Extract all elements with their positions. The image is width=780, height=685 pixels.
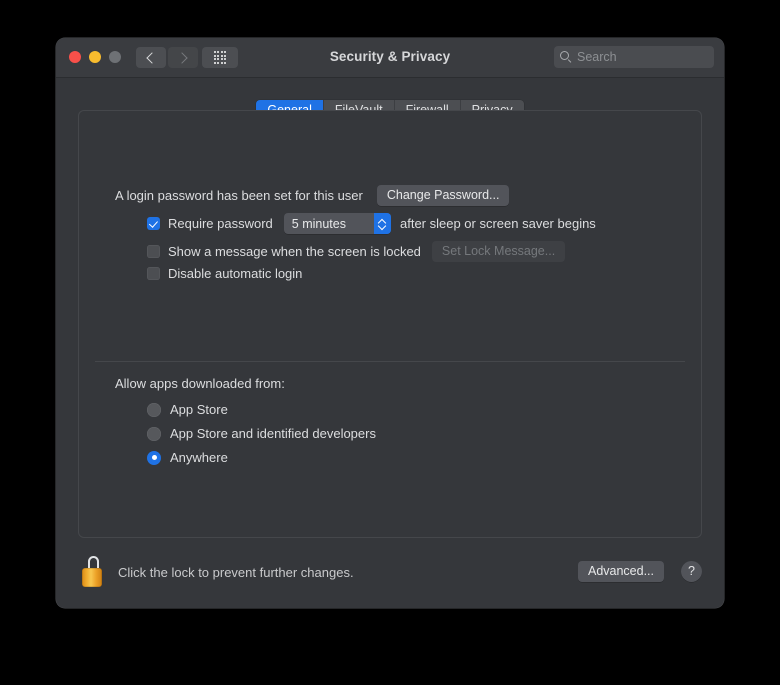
radio-app-store-label: App Store	[170, 402, 228, 417]
search-input[interactable]: Search	[554, 46, 714, 68]
window-footer: Click the lock to prevent further change…	[56, 546, 724, 608]
disable-automatic-login-checkbox[interactable]	[147, 267, 160, 280]
allow-apps-option-anywhere[interactable]: Anywhere	[147, 450, 228, 465]
general-settings-panel: A login password has been set for this u…	[78, 110, 702, 538]
forward-button[interactable]	[168, 47, 198, 68]
chevron-left-icon	[146, 51, 158, 64]
allow-apps-option-app-store[interactable]: App Store	[147, 402, 228, 417]
show-lock-message-row: Show a message when the screen is locked…	[147, 241, 566, 262]
show-lock-message-label: Show a message when the screen is locked	[168, 244, 421, 259]
require-password-checkbox[interactable]	[147, 217, 160, 230]
require-password-delay-select[interactable]: 5 minutes	[283, 213, 391, 234]
disable-automatic-login-row: Disable automatic login	[147, 266, 302, 281]
chevron-updown-icon[interactable]	[373, 213, 391, 234]
chevron-right-icon	[176, 51, 188, 64]
disable-automatic-login-label: Disable automatic login	[168, 266, 303, 281]
zoom-window-button[interactable]	[109, 51, 121, 63]
advanced-button[interactable]: Advanced...	[577, 561, 664, 582]
allow-apps-heading-row: Allow apps downloaded from:	[115, 376, 285, 391]
close-window-button[interactable]	[69, 51, 81, 63]
set-lock-message-button[interactable]: Set Lock Message...	[431, 241, 566, 262]
unlocked-padlock-icon[interactable]	[80, 556, 108, 588]
show-all-preferences-button[interactable]	[202, 47, 238, 68]
show-lock-message-checkbox[interactable]	[147, 245, 160, 258]
search-icon	[560, 51, 572, 63]
require-password-row: Require password 5 minutes after sleep o…	[147, 213, 596, 234]
back-button[interactable]	[136, 47, 166, 68]
show-all-grid-icon	[213, 51, 227, 64]
require-password-delay-value: 5 minutes	[291, 216, 346, 231]
padlock-body	[82, 568, 102, 587]
radio-anywhere-label: Anywhere	[170, 450, 228, 465]
allow-apps-option-identified-developers[interactable]: App Store and identified developers	[147, 426, 376, 441]
change-password-button[interactable]: Change Password...	[376, 185, 510, 206]
security-privacy-window: Security & Privacy Search General FileVa…	[56, 38, 724, 608]
login-password-status: A login password has been set for this u…	[115, 188, 363, 203]
help-button[interactable]: ?	[681, 561, 702, 582]
radio-app-store[interactable]	[147, 402, 161, 417]
require-password-suffix: after sleep or screen saver begins	[399, 216, 596, 231]
search-placeholder: Search	[577, 50, 617, 64]
minimize-window-button[interactable]	[89, 51, 101, 63]
radio-identified-developers[interactable]	[147, 426, 161, 441]
window-titlebar: Security & Privacy Search	[56, 38, 724, 78]
radio-anywhere[interactable]	[147, 450, 161, 465]
radio-identified-developers-label: App Store and identified developers	[170, 426, 376, 441]
allow-apps-heading: Allow apps downloaded from:	[115, 376, 285, 391]
login-password-row: A login password has been set for this u…	[115, 185, 510, 206]
lock-message: Click the lock to prevent further change…	[118, 565, 354, 580]
section-divider	[95, 361, 685, 362]
require-password-label: Require password	[168, 216, 273, 231]
